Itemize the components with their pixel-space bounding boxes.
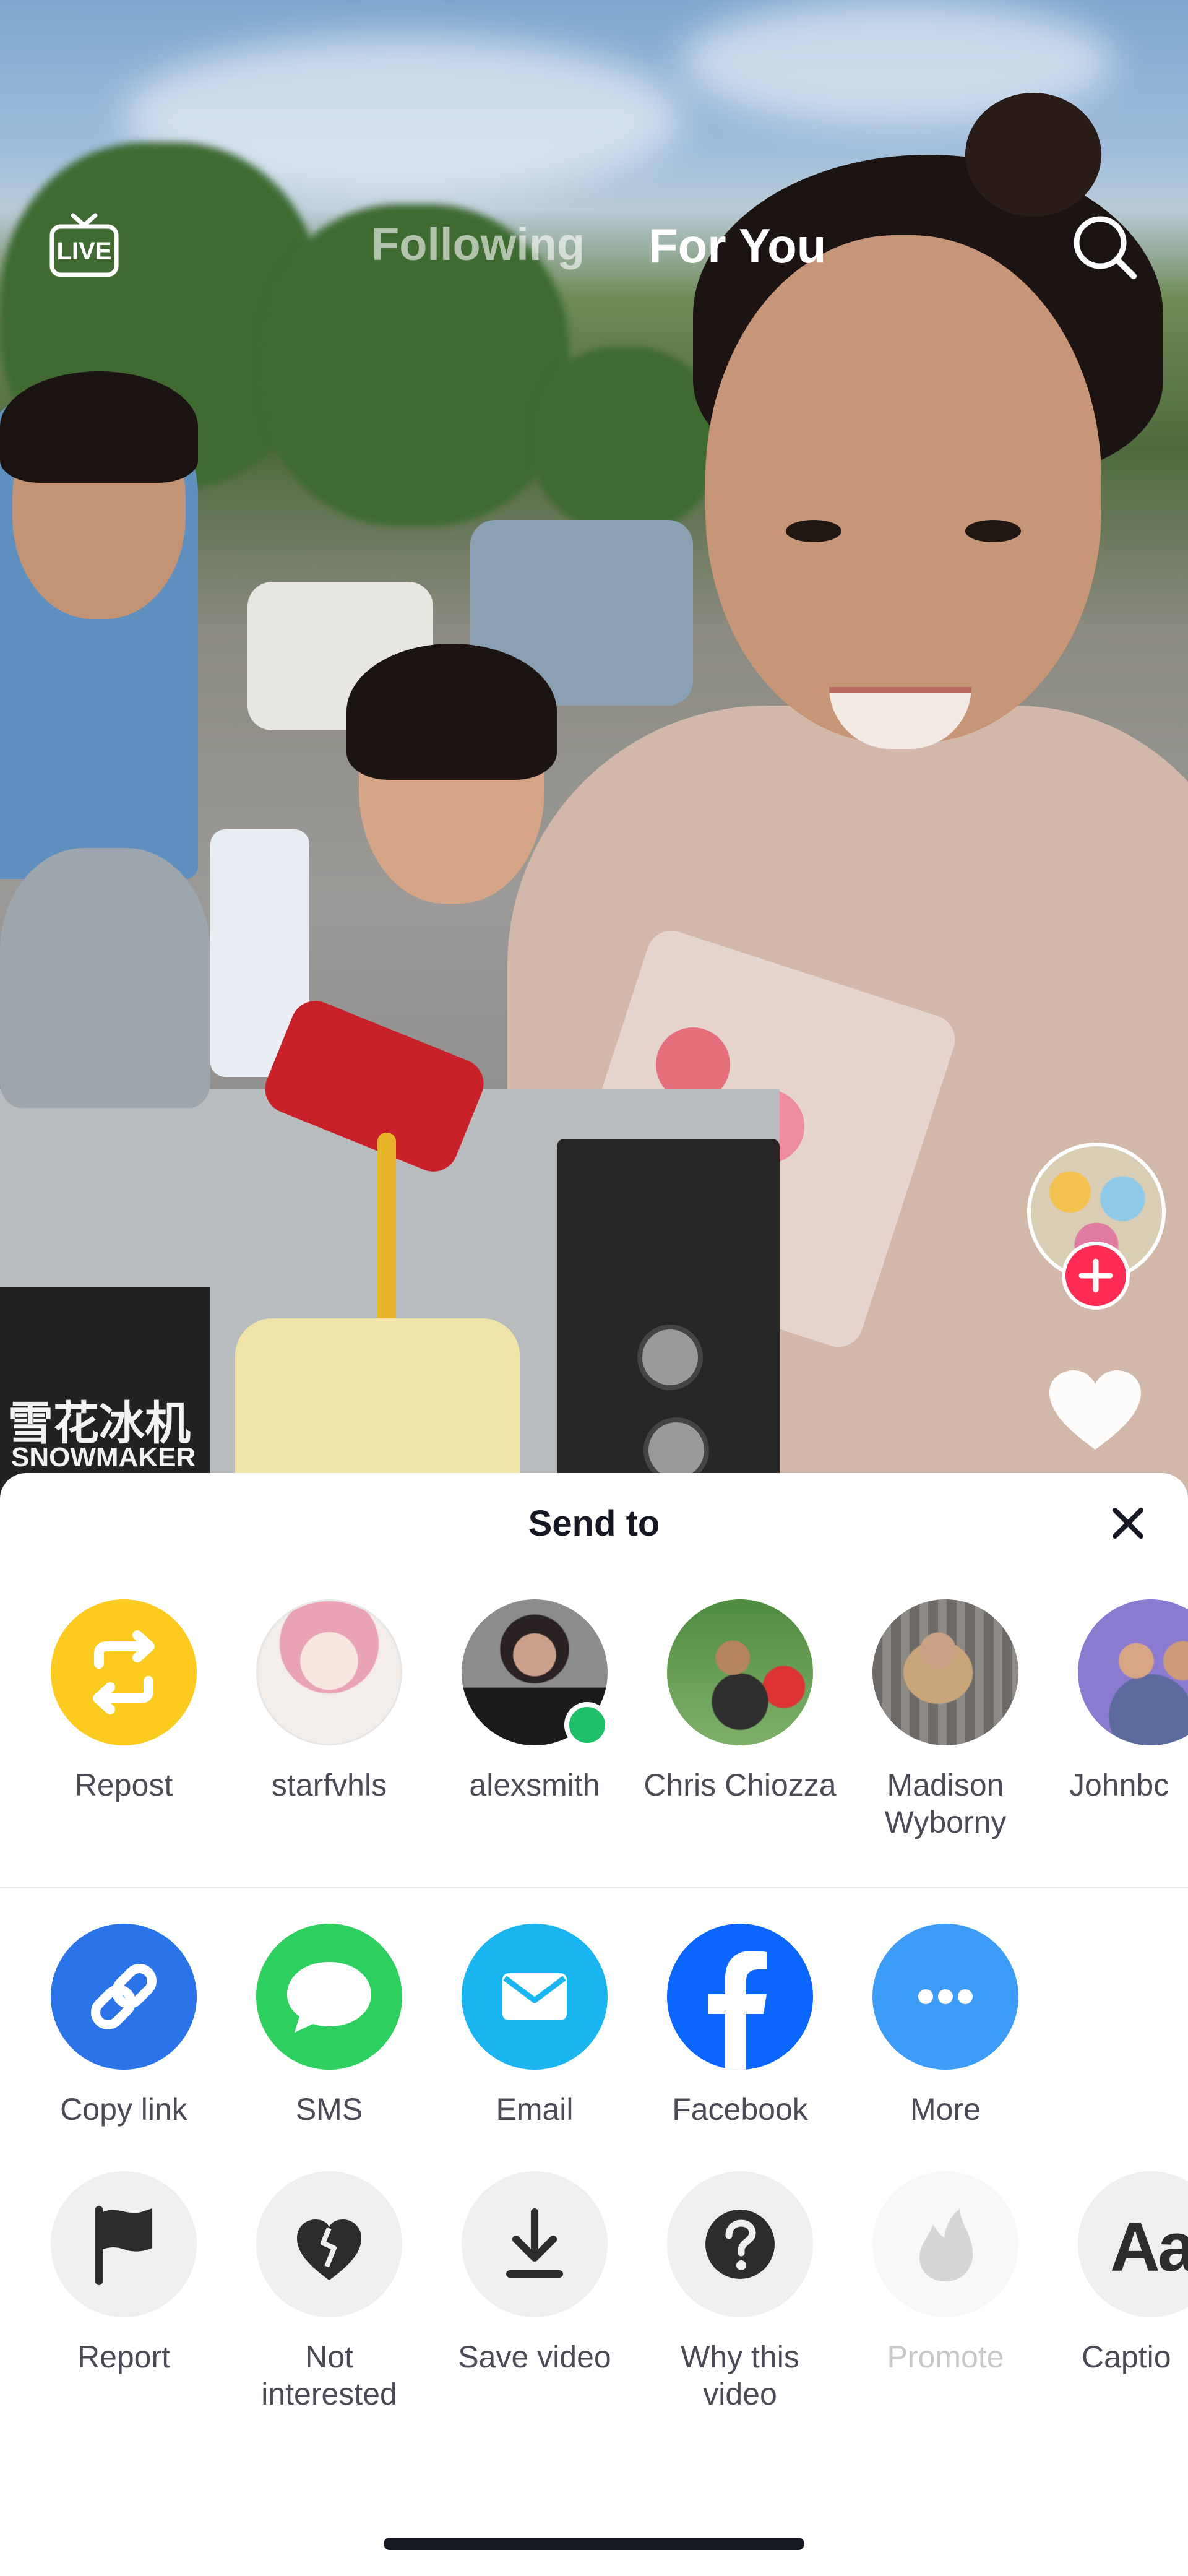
sms-icon: [256, 1924, 402, 2070]
video-machine-text-en: SNOWMAKER: [11, 1442, 196, 1472]
video-eye: [965, 520, 1021, 542]
link-icon: [51, 1924, 197, 2070]
share-app-label: Email: [496, 2092, 574, 2127]
video-funnel: [0, 848, 210, 1108]
top-nav: LIVE Following For You: [0, 192, 1188, 297]
contact-label: Madison Wyborny: [884, 1768, 1007, 1839]
contact-label: starfvhls: [271, 1768, 387, 1802]
video-woman-face: [705, 235, 1101, 743]
contact-label: Johnbc: [1069, 1768, 1169, 1802]
sheet-title: Send to: [528, 1503, 660, 1544]
video-eye: [786, 520, 842, 542]
avatar: [462, 1599, 610, 1748]
action-label: Why this video: [681, 2340, 799, 2411]
live-tv-icon[interactable]: LIVE: [48, 210, 120, 279]
repost-icon: [51, 1599, 197, 1745]
action-label: Captio: [1082, 2340, 1171, 2374]
share-app-label: SMS: [295, 2092, 363, 2127]
avatar: [667, 1599, 813, 1745]
more-icon: [872, 1924, 1018, 2070]
sms-button[interactable]: SMS: [226, 1924, 432, 2128]
facebook-icon: [667, 1924, 813, 2070]
contact-label: Chris Chiozza: [644, 1768, 837, 1802]
share-sheet: Send to Repost starfvhls alexsmith Chris…: [0, 1473, 1188, 2576]
report-button[interactable]: Report: [21, 2171, 226, 2375]
sheet-divider: [0, 1887, 1188, 1888]
home-indicator[interactable]: [384, 2538, 804, 2550]
video-ice-roll: [235, 1318, 520, 1498]
video-tree: [532, 347, 718, 532]
video-girl-hair: [346, 644, 557, 780]
share-app-label: More: [910, 2092, 981, 2127]
video-knob: [637, 1325, 703, 1390]
app-screen: 雪花冰机 SNOWMAKER LIVE Following For You Se…: [0, 0, 1188, 2576]
video-pour: [377, 1133, 396, 1331]
close-icon[interactable]: [1106, 1502, 1150, 1545]
save-video-button[interactable]: Save video: [432, 2171, 637, 2375]
more-button[interactable]: More: [843, 1924, 1048, 2128]
search-icon[interactable]: [1070, 213, 1138, 281]
like-heart-icon[interactable]: [1046, 1368, 1145, 1454]
copy-link-button[interactable]: Copy link: [21, 1924, 226, 2128]
avatar: [256, 1599, 402, 1745]
contact-starfvhls[interactable]: starfvhls: [226, 1599, 432, 1804]
captions-icon: Aa: [1078, 2171, 1188, 2317]
tab-for-you[interactable]: For You: [648, 218, 826, 274]
question-icon: [667, 2171, 813, 2317]
online-status-badge: [564, 1702, 610, 1748]
why-this-video-button[interactable]: Why this video: [637, 2171, 843, 2413]
not-interested-button[interactable]: Not interested: [226, 2171, 432, 2413]
action-label: Save video: [458, 2340, 611, 2374]
video-left-girl-hair: [0, 371, 198, 483]
avatar: [872, 1599, 1018, 1745]
action-label: Promote: [887, 2340, 1004, 2374]
broken-heart-icon: [256, 2171, 402, 2317]
download-icon: [462, 2171, 608, 2317]
repost-button[interactable]: Repost: [21, 1599, 226, 1804]
action-label: Report: [77, 2340, 171, 2374]
contact-johnbc[interactable]: Johnbc: [1048, 1599, 1188, 1804]
tab-following[interactable]: Following: [371, 218, 585, 270]
action-label: Not interested: [261, 2340, 397, 2411]
promote-button[interactable]: Promote: [843, 2171, 1048, 2375]
email-button[interactable]: Email: [432, 1924, 637, 2128]
contact-chris-chiozza[interactable]: Chris Chiozza: [637, 1599, 843, 1804]
facebook-button[interactable]: Facebook: [637, 1924, 843, 2128]
contact-label: alexsmith: [469, 1768, 600, 1802]
email-icon: [462, 1924, 608, 2070]
follow-plus-button[interactable]: [1062, 1242, 1130, 1310]
share-app-label: Copy link: [60, 2092, 187, 2127]
flame-icon: [872, 2171, 1018, 2317]
avatar: [1078, 1599, 1188, 1745]
captions-button[interactable]: Aa Captio: [1048, 2171, 1188, 2375]
contact-alexsmith[interactable]: alexsmith: [432, 1599, 637, 1804]
live-label: LIVE: [56, 238, 112, 265]
share-app-label: Facebook: [672, 2092, 808, 2127]
flag-icon: [51, 2171, 197, 2317]
contact-madison-wyborny[interactable]: Madison Wyborny: [843, 1599, 1048, 1841]
contact-label: Repost: [74, 1768, 173, 1802]
